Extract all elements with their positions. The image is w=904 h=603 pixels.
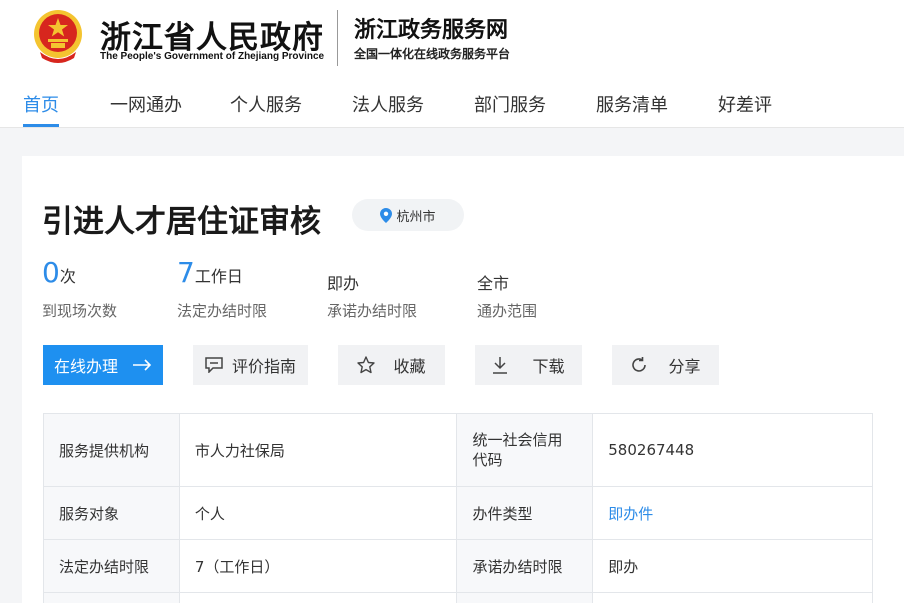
table-cell-key: 法定办结时限 bbox=[43, 539, 180, 593]
stat-legal-limit-caption: 法定办结时限 bbox=[177, 302, 268, 320]
table-cell-key: 承诺办结时限 bbox=[456, 539, 594, 593]
nav-department-services[interactable]: 部门服务 bbox=[474, 91, 546, 117]
table-cell-key: 办件类型 bbox=[456, 486, 594, 540]
stat-promised-limit: 即办 承诺办结时限 bbox=[327, 256, 417, 320]
table-cell-key: 统一社会信用代码 bbox=[456, 413, 594, 487]
stat-promised-limit-value: 即办 bbox=[327, 274, 360, 293]
share-button[interactable]: 分享 bbox=[612, 345, 719, 385]
nav-service-list[interactable]: 服务清单 bbox=[596, 91, 668, 117]
stat-scope-caption: 通办范围 bbox=[477, 302, 538, 320]
table-cell-value bbox=[592, 592, 873, 603]
stat-visits: 0次 到现场次数 bbox=[42, 256, 117, 320]
stat-scope-value: 全市 bbox=[477, 274, 510, 293]
nav-rating[interactable]: 好差评 bbox=[718, 91, 772, 117]
location-label: 杭州市 bbox=[396, 209, 436, 225]
download-button[interactable]: 下载 bbox=[475, 345, 582, 385]
table-cell-key bbox=[43, 592, 180, 603]
favorite-label: 收藏 bbox=[393, 357, 426, 376]
evaluation-guide-label: 评价指南 bbox=[231, 357, 296, 376]
download-label: 下载 bbox=[532, 357, 565, 376]
portal-subtitle: 全国一体化在线政务服务平台 bbox=[354, 47, 511, 61]
table-cell-value: 7（工作日） bbox=[178, 539, 458, 593]
national-emblem-icon bbox=[34, 10, 82, 63]
main-nav: 首页 一网通办 个人服务 法人服务 部门服务 服务清单 好差评 bbox=[0, 86, 904, 128]
stat-legal-limit-unit: 工作日 bbox=[194, 267, 243, 286]
star-icon bbox=[357, 356, 376, 374]
share-label: 分享 bbox=[668, 357, 701, 376]
nav-personal-services[interactable]: 个人服务 bbox=[230, 91, 302, 117]
service-info-table: 服务提供机构 市人力社保局 统一社会信用代码 580267448 服务对象 个人… bbox=[43, 413, 873, 603]
arrow-right-icon bbox=[133, 359, 152, 371]
table-row: 法定办结时限 7（工作日） 承诺办结时限 即办 bbox=[43, 539, 873, 593]
download-icon bbox=[493, 357, 508, 374]
table-row: 服务对象 个人 办件类型 即办件 bbox=[43, 486, 873, 540]
government-subtitle: The People's Government of Zhejiang Prov… bbox=[100, 51, 325, 62]
location-pin-icon bbox=[380, 207, 393, 223]
table-cell-key: 服务对象 bbox=[43, 486, 180, 540]
table-row: 服务提供机构 市人力社保局 统一社会信用代码 580267448 bbox=[43, 413, 873, 487]
stat-legal-limit-value: 7 bbox=[177, 256, 195, 289]
header-divider bbox=[337, 10, 338, 66]
location-badge[interactable]: 杭州市 bbox=[352, 199, 464, 231]
table-cell-value: 个人 bbox=[178, 486, 458, 540]
handling-type-link[interactable]: 即办件 bbox=[592, 486, 873, 540]
table-cell-value: 即办 bbox=[592, 539, 873, 593]
table-cell-key: 服务提供机构 bbox=[43, 413, 180, 487]
active-tab-indicator bbox=[23, 124, 59, 127]
stat-promised-limit-caption: 承诺办结时限 bbox=[327, 302, 418, 320]
nav-one-stop[interactable]: 一网通办 bbox=[110, 91, 182, 117]
service-detail-card: 引进人才居住证审核 杭州市 0次 到现场次数 7工作日 法定办结时限 即办 承诺… bbox=[22, 156, 904, 603]
stat-legal-limit: 7工作日 法定办结时限 bbox=[177, 256, 267, 320]
nav-legal-entity-services[interactable]: 法人服务 bbox=[352, 91, 424, 117]
table-cell-key bbox=[456, 592, 594, 603]
table-cell-value: 市人力社保局 bbox=[178, 413, 458, 487]
stat-visits-unit: 次 bbox=[59, 267, 76, 286]
nav-home[interactable]: 首页 bbox=[23, 91, 59, 117]
portal-title[interactable]: 浙江政务服务网 bbox=[354, 12, 508, 44]
favorite-button[interactable]: 收藏 bbox=[338, 345, 445, 385]
online-apply-label: 在线办理 bbox=[53, 357, 118, 376]
online-apply-button[interactable]: 在线办理 bbox=[43, 345, 163, 385]
stat-visits-caption: 到现场次数 bbox=[42, 302, 118, 320]
table-cell-value: 580267448 bbox=[592, 413, 873, 487]
evaluation-guide-button[interactable]: 评价指南 bbox=[193, 345, 308, 385]
stat-scope: 全市 通办范围 bbox=[477, 256, 537, 320]
table-cell-value bbox=[178, 592, 458, 603]
table-row bbox=[43, 592, 873, 603]
site-header: 浙江省人民政府 The People's Government of Zheji… bbox=[0, 0, 904, 128]
comment-icon bbox=[205, 357, 223, 373]
page-title: 引进人才居住证审核 bbox=[42, 204, 321, 240]
stat-visits-value: 0 bbox=[42, 256, 60, 289]
share-refresh-icon bbox=[632, 357, 647, 372]
